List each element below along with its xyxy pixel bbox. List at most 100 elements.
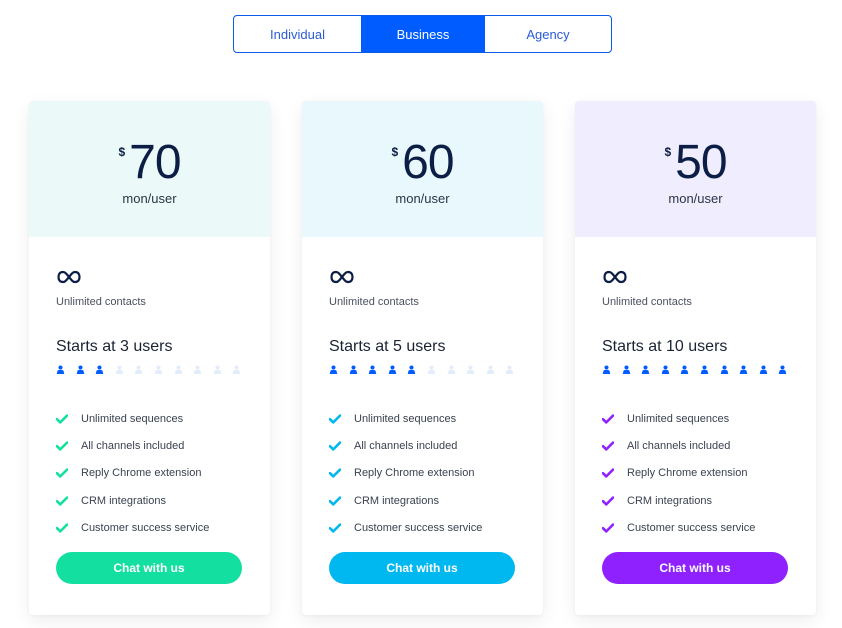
user-icon-inactive xyxy=(193,365,202,374)
feature-item: Customer success service xyxy=(329,514,482,541)
check-icon xyxy=(56,495,68,506)
starts-at-label: Starts at 3 users xyxy=(56,338,173,355)
chat-with-us-button[interactable]: Chat with us xyxy=(329,552,515,584)
pricing-card-50: $ 50 mon/user Unlimited contacts Starts … xyxy=(575,101,816,615)
price-amount: 50 xyxy=(675,136,727,189)
user-icon-active xyxy=(602,365,611,374)
currency-symbol: $ xyxy=(664,145,672,159)
feature-label: Reply Chrome extension xyxy=(81,467,202,480)
feature-label: Reply Chrome extension xyxy=(354,467,475,480)
tab-individual[interactable]: Individual xyxy=(234,16,361,52)
infinity-icon xyxy=(603,270,627,284)
user-icon-active xyxy=(329,365,338,374)
price-period: mon/user xyxy=(668,191,723,206)
user-icon-active xyxy=(76,365,84,374)
check-icon xyxy=(329,495,341,506)
feature-item: Unlimited sequences xyxy=(329,405,482,432)
price: $ 50 xyxy=(575,137,816,189)
user-icon-inactive xyxy=(154,365,163,374)
feature-item: All channels included xyxy=(56,432,209,459)
user-icon-inactive xyxy=(447,365,455,374)
check-icon xyxy=(329,523,341,533)
feature-item: Unlimited sequences xyxy=(56,405,209,432)
check-icon xyxy=(329,468,341,478)
price-amount: 60 xyxy=(402,136,454,189)
user-icon-inactive xyxy=(115,365,124,374)
user-icon-active xyxy=(349,365,357,374)
feature-list: Unlimited sequences All channels included… xyxy=(602,405,755,541)
check-icon xyxy=(56,468,68,478)
user-icon-active xyxy=(700,365,709,374)
user-icon-active xyxy=(56,365,65,374)
chat-with-us-button[interactable]: Chat with us xyxy=(602,552,788,584)
plan-type-toggle: Individual Business Agency xyxy=(233,15,612,53)
feature-item: All channels included xyxy=(329,432,482,459)
infinity-icon xyxy=(330,270,354,284)
currency-symbol: $ xyxy=(391,145,399,159)
price-period: mon/user xyxy=(395,191,450,206)
user-icon-inactive xyxy=(174,365,182,374)
user-icon-active xyxy=(95,365,104,374)
feature-list: Unlimited sequences All channels included… xyxy=(56,405,209,541)
user-icon-inactive xyxy=(213,365,222,374)
starts-at-label: Starts at 5 users xyxy=(329,338,446,355)
price-header: $ 60 mon/user xyxy=(302,101,543,237)
user-icon-inactive xyxy=(233,365,241,374)
price-header: $ 50 mon/user xyxy=(575,101,816,237)
feature-label: Customer success service xyxy=(81,521,210,534)
pricing-card-70: $ 70 mon/user Unlimited contacts Starts … xyxy=(29,101,270,615)
tab-business[interactable]: Business xyxy=(361,16,485,52)
check-icon xyxy=(56,523,68,533)
starts-at-label: Starts at 10 users xyxy=(602,338,728,355)
user-icon-active xyxy=(408,365,416,374)
check-icon xyxy=(602,413,614,424)
feature-item: Customer success service xyxy=(602,514,755,541)
user-icon-inactive xyxy=(135,365,143,374)
feature-item: Unlimited sequences xyxy=(602,405,755,432)
infinity-icon xyxy=(57,270,81,284)
user-icon-inactive xyxy=(506,365,514,374)
check-icon xyxy=(602,495,614,506)
user-icon-inactive xyxy=(466,365,475,374)
user-icon-active xyxy=(779,365,787,374)
feature-item: CRM integrations xyxy=(56,487,209,514)
price-header: $ 70 mon/user xyxy=(29,101,270,237)
check-icon xyxy=(56,441,68,451)
feature-label: CRM integrations xyxy=(627,494,712,507)
feature-item: Customer success service xyxy=(56,514,209,541)
user-icon-active xyxy=(661,365,670,374)
contacts-label: Unlimited contacts xyxy=(602,296,692,308)
feature-list: Unlimited sequences All channels included… xyxy=(329,405,482,541)
price: $ 70 xyxy=(29,137,270,189)
chat-with-us-button[interactable]: Chat with us xyxy=(56,552,242,584)
user-icon-inactive xyxy=(486,365,495,374)
feature-label: Customer success service xyxy=(627,521,756,534)
check-icon xyxy=(602,523,614,533)
tab-agency[interactable]: Agency xyxy=(485,16,611,52)
feature-label: CRM integrations xyxy=(81,494,166,507)
user-icon-active xyxy=(622,365,630,374)
feature-label: Unlimited sequences xyxy=(627,412,730,425)
check-icon xyxy=(602,441,614,451)
feature-item: CRM integrations xyxy=(329,487,482,514)
feature-label: Customer success service xyxy=(354,521,483,534)
user-icon-active xyxy=(739,365,748,374)
feature-label: Unlimited sequences xyxy=(81,412,184,425)
user-count-indicator xyxy=(602,365,798,374)
user-icon-active xyxy=(759,365,768,374)
check-icon xyxy=(329,413,341,424)
user-icon-active xyxy=(388,365,397,374)
feature-label: Unlimited sequences xyxy=(354,412,457,425)
contacts-label: Unlimited contacts xyxy=(329,296,419,308)
feature-label: All channels included xyxy=(81,439,185,452)
check-icon xyxy=(602,468,614,478)
feature-label: All channels included xyxy=(354,439,458,452)
feature-item: Reply Chrome extension xyxy=(56,460,209,487)
user-count-indicator xyxy=(56,365,252,374)
feature-label: All channels included xyxy=(627,439,731,452)
feature-label: Reply Chrome extension xyxy=(627,467,748,480)
price-period: mon/user xyxy=(122,191,177,206)
user-count-indicator xyxy=(329,365,525,374)
user-icon-active xyxy=(368,365,377,374)
pricing-card-60: $ 60 mon/user Unlimited contacts Starts … xyxy=(302,101,543,615)
